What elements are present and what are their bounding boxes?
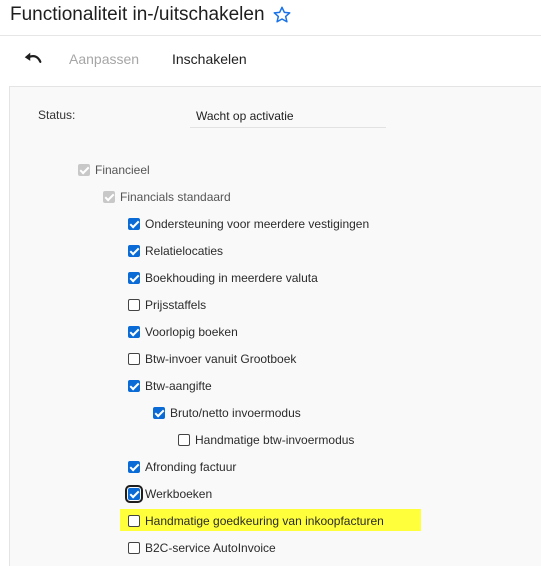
checkbox[interactable] bbox=[178, 434, 190, 446]
checkbox[interactable] bbox=[103, 191, 115, 203]
page-title: Functionaliteit in-/uitschakelen bbox=[10, 4, 265, 25]
checkbox[interactable] bbox=[128, 218, 140, 230]
checkbox[interactable] bbox=[128, 461, 140, 473]
enable-button[interactable]: Inschakelen bbox=[172, 51, 247, 67]
tree-item-label: Btw-aangifte bbox=[145, 379, 212, 393]
feature-toggle-page: Functionaliteit in-/uitschakelen Aanpass… bbox=[0, 0, 541, 566]
tree-item-label: Bruto/netto invoermodus bbox=[170, 406, 301, 420]
checkbox[interactable] bbox=[128, 542, 140, 554]
toolbar: Aanpassen Inschakelen bbox=[0, 37, 541, 83]
tree-item-meerdere-vestigingen[interactable]: Ondersteuning voor meerdere vestigingen bbox=[128, 215, 369, 233]
tree-item-label: Ondersteuning voor meerdere vestigingen bbox=[145, 217, 370, 231]
tree-item-bruto-netto[interactable]: Bruto/netto invoermodus bbox=[153, 404, 301, 422]
tree-item-btw-aangifte[interactable]: Btw-aangifte bbox=[128, 377, 212, 395]
checkbox[interactable] bbox=[128, 380, 140, 392]
tree-item-label: Voorlopig boeken bbox=[145, 325, 238, 339]
tree-item-financieel[interactable]: Financieel bbox=[78, 161, 150, 179]
tree-item-label: Handmatige goedkeuring van inkoopfacture… bbox=[145, 514, 384, 528]
checkbox[interactable] bbox=[128, 326, 140, 338]
tree-item-label: Prijsstaffels bbox=[145, 298, 207, 312]
tree-item-meerdere-valuta[interactable]: Boekhouding in meerdere valuta bbox=[128, 269, 318, 287]
tree-item-label: Handmatige btw-invoermodus bbox=[195, 433, 355, 447]
checkbox[interactable] bbox=[128, 299, 140, 311]
tree-item-voorlopig-boeken[interactable]: Voorlopig boeken bbox=[128, 323, 238, 341]
feature-panel bbox=[9, 86, 541, 566]
checkbox[interactable] bbox=[128, 272, 140, 284]
tree-item-btw-invoer-grootboek[interactable]: Btw-invoer vanuit Grootboek bbox=[128, 350, 296, 368]
tree-item-label: Afronding factuur bbox=[145, 460, 237, 474]
tree-item-label: Werkboeken bbox=[145, 487, 213, 501]
checkbox[interactable] bbox=[128, 353, 140, 365]
checkbox[interactable] bbox=[153, 407, 165, 419]
tree-item-b2c-autoinvoice[interactable]: B2C-service AutoInvoice bbox=[128, 539, 276, 557]
tree-item-goedkeuring-inkoopfacturen[interactable]: Handmatige goedkeuring van inkoopfacture… bbox=[128, 512, 384, 530]
star-outline-icon[interactable] bbox=[272, 5, 292, 25]
tree-item-financials-standaard[interactable]: Financials standaard bbox=[103, 188, 231, 206]
undo-icon[interactable] bbox=[22, 49, 44, 71]
tree-item-label: Financials standaard bbox=[120, 190, 231, 204]
status-value: Wacht op activatie bbox=[190, 106, 386, 128]
checkbox[interactable] bbox=[78, 164, 90, 176]
tree-item-label: Boekhouding in meerdere valuta bbox=[145, 271, 318, 285]
tree-item-handmatige-btw[interactable]: Handmatige btw-invoermodus bbox=[178, 431, 354, 449]
tree-item-afronding-factuur[interactable]: Afronding factuur bbox=[128, 458, 236, 476]
tree-item-label: Financieel bbox=[95, 163, 150, 177]
tree-item-label: Relatielocaties bbox=[145, 244, 224, 258]
checkbox[interactable] bbox=[125, 485, 143, 503]
adjust-button[interactable]: Aanpassen bbox=[69, 51, 139, 67]
checkbox[interactable] bbox=[128, 245, 140, 257]
tree-item-prijsstaffels[interactable]: Prijsstaffels bbox=[128, 296, 206, 314]
tree-item-relatielocaties[interactable]: Relatielocaties bbox=[128, 242, 223, 260]
tree-item-werkboeken[interactable]: Werkboeken bbox=[125, 485, 213, 503]
tree-item-label: Btw-invoer vanuit Grootboek bbox=[145, 352, 297, 366]
title-bar: Functionaliteit in-/uitschakelen bbox=[0, 0, 541, 36]
tree-item-label: B2C-service AutoInvoice bbox=[145, 541, 276, 555]
status-label: Status: bbox=[38, 108, 76, 122]
checkbox[interactable] bbox=[128, 515, 140, 527]
